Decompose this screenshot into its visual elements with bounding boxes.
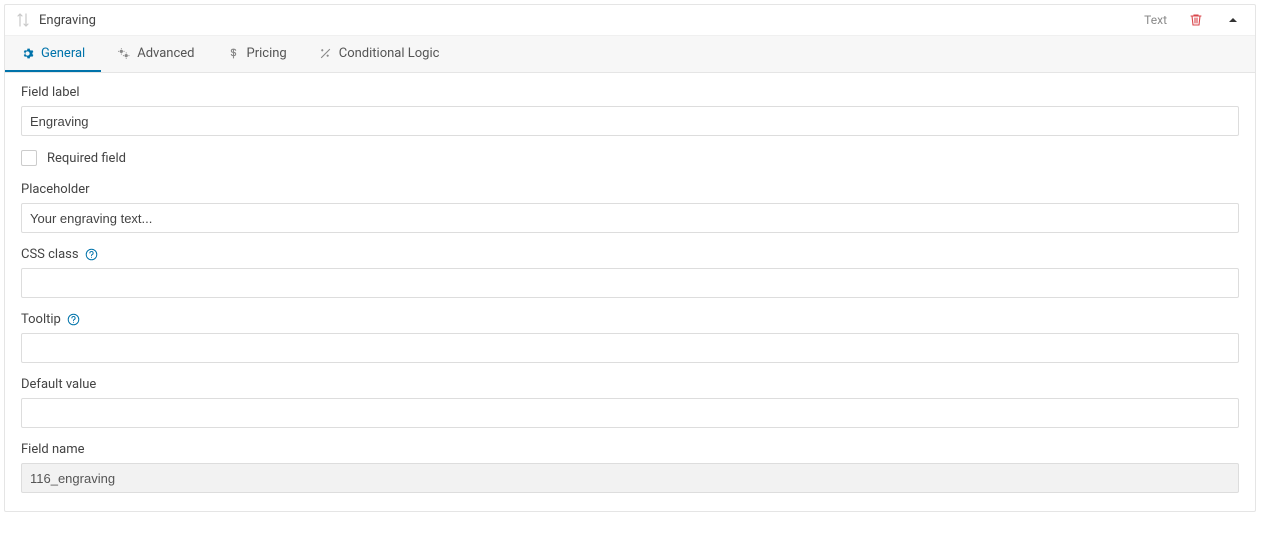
- tab-conditional-logic[interactable]: Conditional Logic: [303, 36, 456, 72]
- tab-pricing[interactable]: Pricing: [211, 36, 303, 72]
- help-icon[interactable]: [85, 248, 98, 261]
- panel-title: Engraving: [39, 13, 96, 28]
- tab-label: General: [41, 46, 85, 61]
- row-placeholder: Placeholder: [21, 182, 1239, 233]
- collapse-icon[interactable]: [1223, 12, 1243, 28]
- drag-handle-icon[interactable]: [17, 13, 29, 27]
- tabs-bar: General Advanced Pricing Conditional Log…: [5, 36, 1255, 73]
- tooltip-input[interactable]: [21, 333, 1239, 363]
- row-css-class: CSS class: [21, 247, 1239, 298]
- css-class-input[interactable]: [21, 268, 1239, 298]
- label-required: Required field: [47, 151, 126, 166]
- field-panel: Engraving Text General Advanced Pri: [4, 4, 1256, 512]
- row-tooltip: Tooltip: [21, 312, 1239, 363]
- field-name-input: [21, 463, 1239, 493]
- placeholder-input[interactable]: [21, 203, 1239, 233]
- required-checkbox[interactable]: [21, 150, 37, 166]
- label-default-value: Default value: [21, 377, 1239, 392]
- label-field-name: Field name: [21, 442, 1239, 457]
- dollar-icon: [227, 47, 240, 60]
- gear-icon: [21, 47, 34, 60]
- tab-label: Conditional Logic: [339, 46, 440, 61]
- tab-general[interactable]: General: [5, 36, 101, 72]
- default-value-input[interactable]: [21, 398, 1239, 428]
- label-placeholder: Placeholder: [21, 182, 1239, 197]
- help-icon[interactable]: [67, 313, 80, 326]
- tab-advanced[interactable]: Advanced: [101, 36, 210, 72]
- label-css-class: CSS class: [21, 247, 79, 262]
- gears-icon: [117, 47, 130, 60]
- row-field-label: Field label: [21, 85, 1239, 136]
- wand-icon: [319, 47, 332, 60]
- panel-header: Engraving Text: [5, 5, 1255, 36]
- form-body: Field label Required field Placeholder C…: [5, 73, 1255, 511]
- row-required: Required field: [21, 150, 1239, 166]
- tab-label: Pricing: [247, 46, 287, 61]
- row-default-value: Default value: [21, 377, 1239, 428]
- field-label-input[interactable]: [21, 106, 1239, 136]
- label-field-label: Field label: [21, 85, 1239, 100]
- row-field-name: Field name: [21, 442, 1239, 493]
- trash-icon[interactable]: [1183, 11, 1209, 29]
- field-type-label: Text: [1144, 13, 1167, 27]
- label-tooltip: Tooltip: [21, 312, 61, 327]
- tab-label: Advanced: [137, 46, 194, 61]
